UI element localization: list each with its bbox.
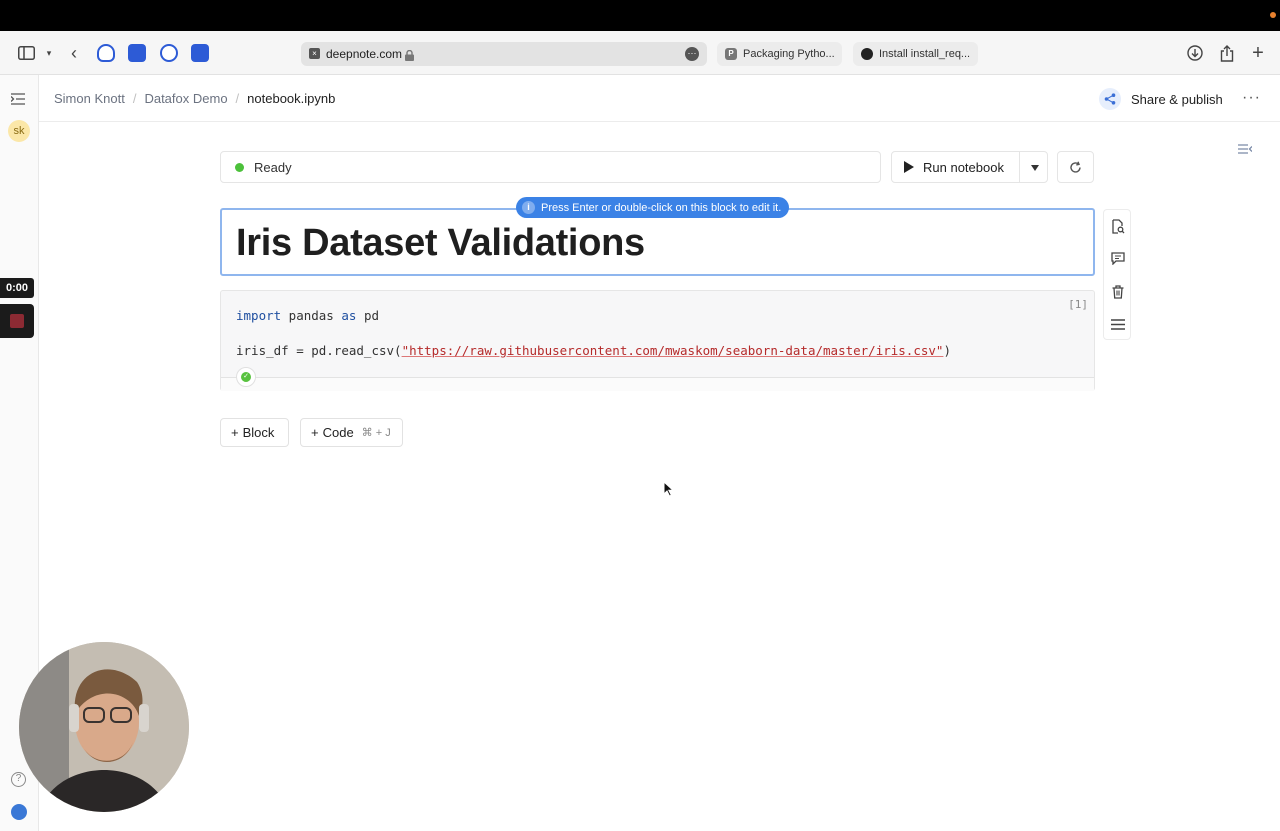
tab-favicon-icon: P	[725, 48, 737, 60]
block-output-area	[221, 377, 1094, 391]
code-line-2[interactable]: iris_df = pd.read_csv("https://raw.githu…	[236, 343, 951, 358]
add-block-button[interactable]: + Block	[220, 418, 289, 447]
browser-tab-packaging[interactable]: P Packaging Pytho...	[717, 42, 842, 66]
run-options-chevron-icon[interactable]	[1031, 165, 1039, 171]
stop-recording-button[interactable]	[0, 304, 34, 338]
share-icon[interactable]	[1217, 43, 1237, 63]
play-icon	[904, 161, 914, 173]
table-of-contents-icon[interactable]	[1238, 143, 1253, 158]
block-actions-toolbar	[1103, 209, 1131, 340]
breadcrumb-notebook[interactable]: notebook.ipynb	[247, 91, 335, 106]
tab-label: Packaging Pytho...	[743, 48, 835, 60]
chevron-down-icon[interactable]: ▾	[39, 43, 59, 63]
code-text: iris_df = pd.read_csv(	[236, 343, 402, 358]
restart-kernel-button[interactable]	[1057, 151, 1094, 183]
add-block-label: Block	[242, 425, 275, 440]
button-divider	[1019, 152, 1020, 182]
url-text: deepnote.com	[326, 47, 403, 61]
share-publish-button[interactable]: Share & publish	[1099, 87, 1223, 111]
notebook-heading[interactable]: Iris Dataset Validations	[236, 222, 645, 265]
webcam-overlay	[19, 642, 189, 812]
pocket-extension-icon[interactable]	[97, 44, 115, 62]
help-icon[interactable]: ?	[11, 772, 26, 787]
download-icon[interactable]	[1185, 43, 1205, 63]
browser-tab-install[interactable]: Install install_req...	[853, 42, 978, 66]
bitwarden-extension-icon[interactable]	[191, 44, 209, 62]
execution-count: [1]	[1068, 298, 1088, 311]
os-menu-bar	[0, 0, 1280, 31]
breadcrumb-workspace[interactable]: Simon Knott	[54, 91, 125, 106]
notes-extension-icon[interactable]	[128, 44, 146, 62]
code-text: pd	[356, 308, 380, 323]
keyboard-shortcut: ⌘ + J	[361, 427, 391, 439]
new-tab-icon[interactable]: +	[1248, 42, 1268, 64]
notebook-header: Simon Knott / Datafox Demo / notebook.ip…	[39, 75, 1280, 122]
edit-hint-tooltip: i Press Enter or double-click on this bl…	[516, 197, 790, 218]
menu-icon[interactable]	[1110, 318, 1126, 334]
lock-icon	[405, 48, 414, 61]
browser-toolbar: ▾ ‹ × deepnote.com ··· P Packaging Pytho…	[0, 31, 1280, 75]
recording-timer: 0:00	[0, 278, 34, 298]
kernel-status-text: Ready	[254, 160, 292, 175]
tab-label: Install install_req...	[879, 48, 971, 60]
trash-icon[interactable]	[1110, 285, 1126, 301]
kernel-status-bar: Ready	[220, 151, 881, 183]
status-indicator-dot	[235, 163, 244, 172]
edit-hint-text: Press Enter or double-click on this bloc…	[541, 201, 782, 214]
plus-icon: +	[231, 425, 239, 440]
presenter-video-image	[19, 642, 189, 812]
password-manager-icon[interactable]	[160, 44, 178, 62]
code-string: "https://raw.githubusercontent.com/mwask…	[401, 343, 944, 358]
breadcrumb-separator: /	[235, 91, 240, 106]
github-icon	[861, 48, 873, 60]
code-keyword: as	[341, 308, 357, 323]
breadcrumb: Simon Knott / Datafox Demo / notebook.ip…	[54, 91, 335, 106]
expand-sidebar-icon[interactable]	[10, 92, 25, 108]
more-options-icon[interactable]: ···	[1242, 89, 1261, 107]
run-notebook-label: Run notebook	[923, 160, 1004, 175]
heading-block[interactable]: Iris Dataset Validations	[220, 208, 1095, 276]
info-icon: i	[522, 201, 535, 214]
deepnote-logo-icon[interactable]	[11, 804, 27, 820]
comment-icon[interactable]	[1110, 252, 1126, 268]
page-menu-icon[interactable]: ···	[685, 47, 699, 61]
execution-success-badge: ✓	[236, 367, 256, 387]
code-keyword: import	[236, 308, 282, 323]
code-line-1[interactable]: import pandas as pd	[236, 308, 379, 323]
add-code-button[interactable]: + Code ⌘ + J	[300, 418, 403, 447]
sidebar-toggle-icon[interactable]	[16, 43, 36, 63]
search-document-icon[interactable]	[1110, 219, 1126, 235]
run-notebook-button[interactable]: Run notebook	[891, 151, 1048, 183]
site-favicon-icon: ×	[309, 48, 320, 59]
back-arrow-icon[interactable]: ‹	[64, 43, 84, 63]
plus-icon: +	[311, 425, 319, 440]
breadcrumb-project[interactable]: Datafox Demo	[144, 91, 227, 106]
breadcrumb-separator: /	[132, 91, 137, 106]
share-nodes-icon	[1099, 88, 1121, 110]
user-avatar[interactable]: sk	[8, 120, 30, 142]
code-text: pandas	[281, 308, 342, 323]
check-icon: ✓	[241, 372, 251, 382]
add-code-label: Code	[322, 425, 354, 440]
code-block[interactable]: [1] import pandas as pd iris_df = pd.rea…	[220, 290, 1095, 391]
stop-icon	[10, 314, 24, 328]
address-bar[interactable]: × deepnote.com ···	[301, 42, 707, 66]
recording-indicator-dot	[1270, 12, 1276, 18]
code-text: )	[943, 343, 951, 358]
share-publish-label: Share & publish	[1131, 91, 1223, 107]
